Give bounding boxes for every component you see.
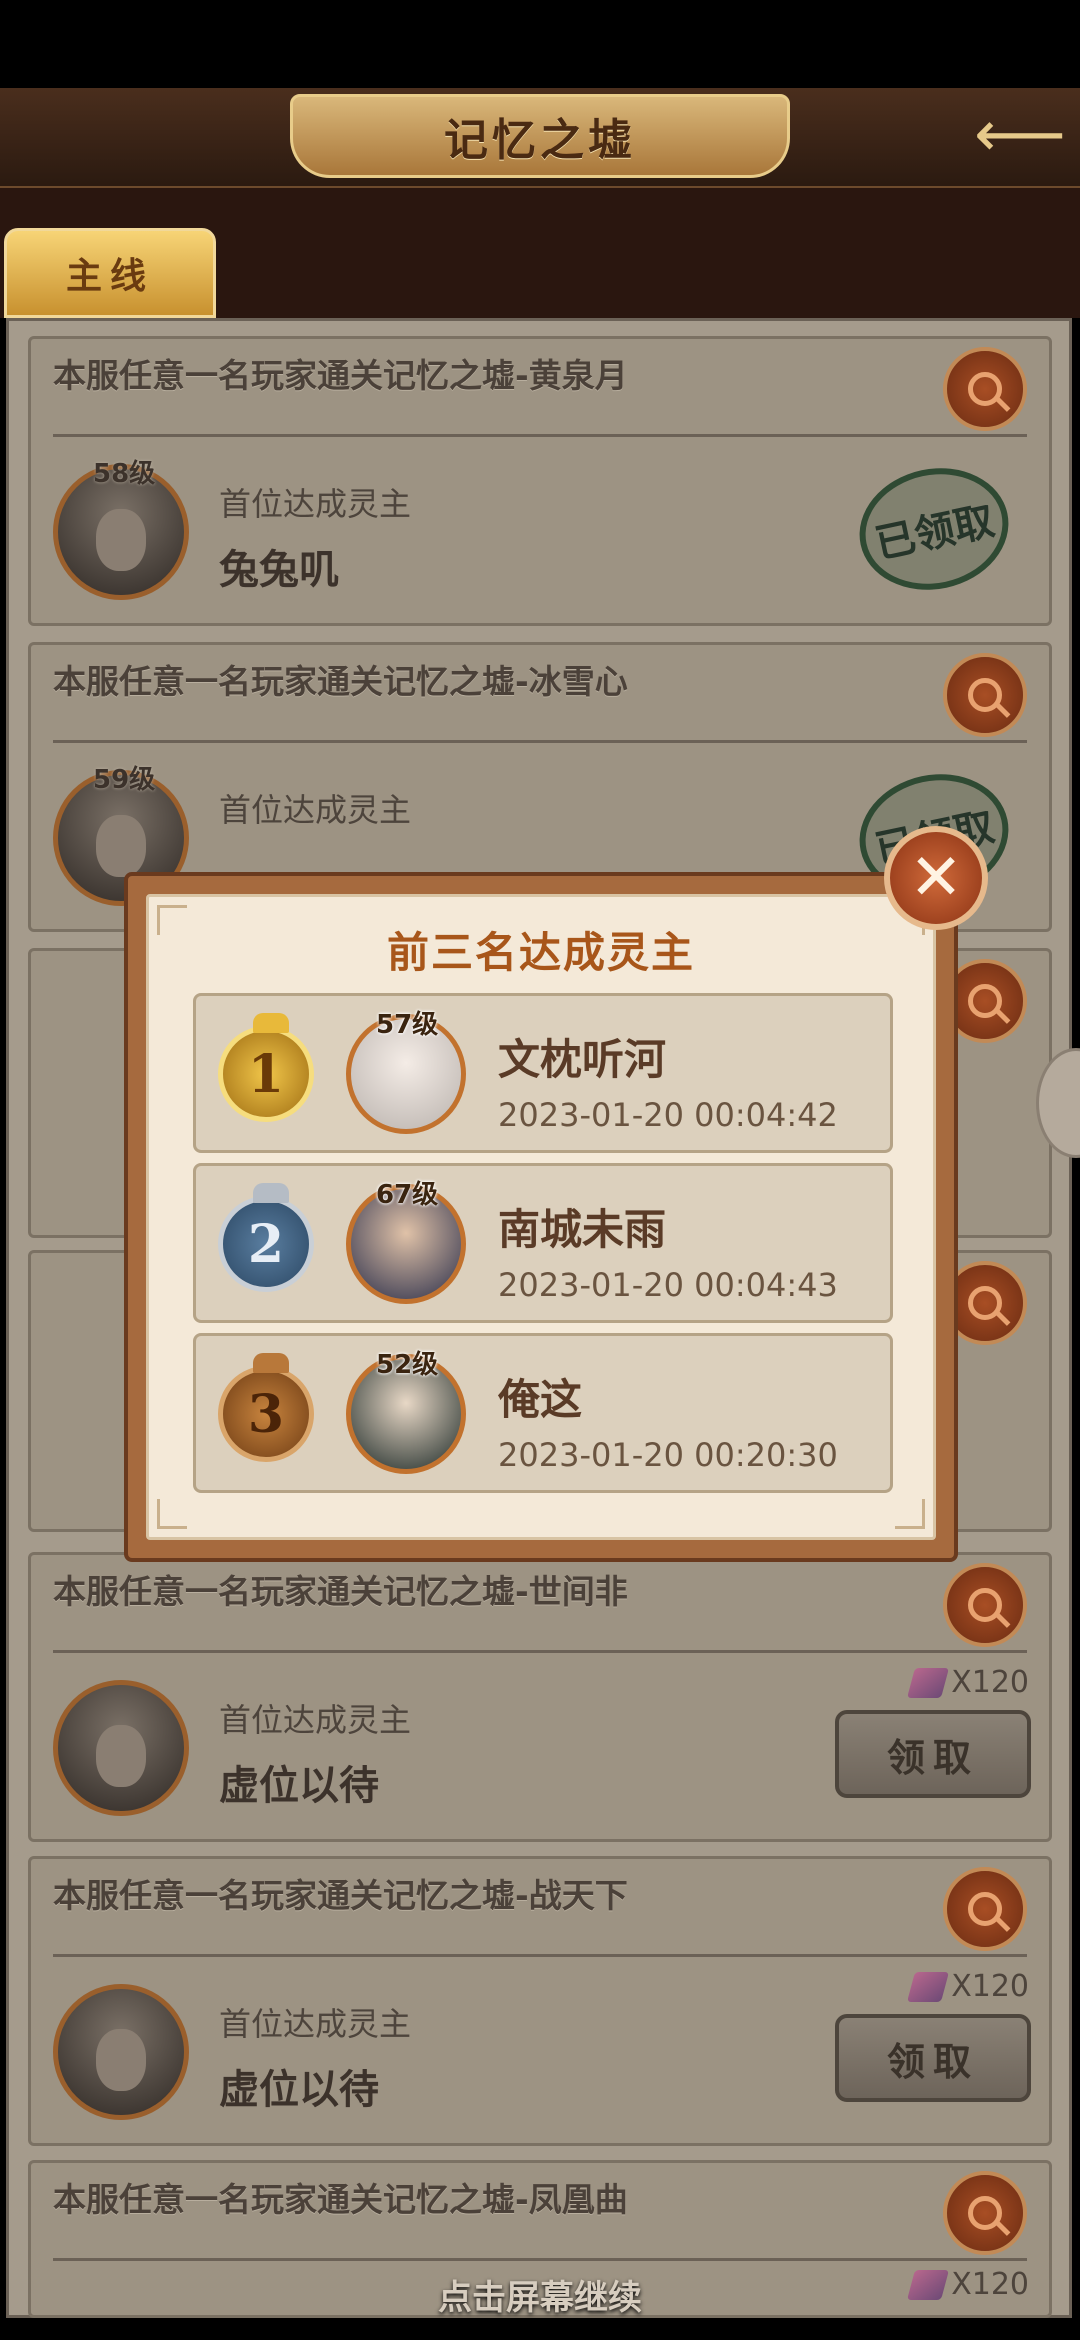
search-icon [968,1892,1002,1926]
close-button[interactable]: ✕ [884,826,988,930]
rank-row: 1 57级 文枕听河 2023-01-20 00:04:42 [193,993,893,1153]
modal-panel: 前三名达成灵主 1 57级 文枕听河 2023-01-20 00:04:42 2… [146,894,936,1540]
claim-button[interactable]: 领取 [835,1710,1031,1798]
card-title: 本服任意一名玩家通关记忆之墟-世间非 [53,1572,628,1611]
player-name: 兔兔叽 [219,547,339,593]
sub-label: 首位达成灵主 [219,791,412,829]
avatar [53,1680,189,1816]
sub-label: 首位达成灵主 [219,2005,412,2043]
corner-ornament [157,1499,187,1529]
search-button[interactable] [943,1867,1027,1951]
search-icon [968,1588,1002,1622]
back-button[interactable]: ⟵ [974,98,1066,172]
status-bar [0,0,1080,88]
rank-row: 2 67级 南城未雨 2023-01-20 00:04:43 [193,1163,893,1323]
achieved-time: 2023-01-20 00:04:43 [498,1266,838,1304]
task-card: 本服任意一名玩家通关记忆之墟-战天下 首位达成灵主 虚位以待 X120 领取 [28,1856,1052,2146]
reward-label: X120 [907,1969,1029,2004]
search-button[interactable] [943,653,1027,737]
level-label: 57级 [376,1010,439,1040]
arrow-left-icon: ⟵ [974,98,1066,172]
search-button[interactable] [943,2171,1027,2255]
title-plate: 记忆之墟 [290,94,790,178]
player-name: 虚位以待 [219,2067,379,2113]
divider [53,2258,1027,2261]
card-title: 本服任意一名玩家通关记忆之墟-冰雪心 [53,662,628,701]
card-title: 本服任意一名玩家通关记忆之墟-黄泉月 [53,356,628,395]
search-icon [968,984,1002,1018]
search-icon [968,678,1002,712]
player-name: 文枕听河 [498,1035,667,1084]
player-name: 南城未雨 [498,1205,667,1254]
modal-title: 前三名达成灵主 [386,928,695,977]
bronze-medal-icon: 3 [218,1353,314,1462]
claimed-stamp: 已领取 [848,454,1020,604]
divider [53,1650,1027,1653]
card-title: 本服任意一名玩家通关记忆之墟-战天下 [53,1876,628,1915]
player-name: 俺这 [498,1375,583,1424]
level-label: 67级 [376,1180,439,1210]
divider [53,434,1027,437]
level-label: 58级 [93,459,156,489]
gold-medal-icon: 1 [218,1013,314,1122]
avatar [53,1984,189,2120]
close-icon: ✕ [909,841,963,915]
reward-label: X120 [907,1665,1029,1700]
level-label: 59级 [93,765,156,795]
search-icon [968,372,1002,406]
tab-label: 主线 [65,256,154,297]
gem-icon [907,1971,950,2002]
claim-button[interactable]: 领取 [835,2014,1031,2102]
sub-label: 首位达成灵主 [219,485,412,523]
corner-ornament [895,1499,925,1529]
search-icon [968,2196,1002,2230]
card-title: 本服任意一名玩家通关记忆之墟-凤凰曲 [53,2180,628,2219]
tab-main[interactable]: 主线 [4,228,216,318]
gem-icon [907,1667,950,1698]
tap-to-continue[interactable]: 点击屏幕继续 [0,2270,1080,2319]
top-three-modal: 前三名达成灵主 1 57级 文枕听河 2023-01-20 00:04:42 2… [124,872,958,1562]
player-name: 虚位以待 [219,1763,379,1809]
search-icon [968,1286,1002,1320]
achieved-time: 2023-01-20 00:20:30 [498,1436,838,1474]
page-title: 记忆之墟 [444,115,636,166]
divider [53,1954,1027,1957]
level-label: 52级 [376,1350,439,1380]
silver-medal-icon: 2 [218,1183,314,1292]
search-button[interactable] [943,1563,1027,1647]
task-card: 本服任意一名玩家通关记忆之墟-黄泉月 58级 首位达成灵主 兔兔叽 已领取 [28,336,1052,626]
rank-row: 3 52级 俺这 2023-01-20 00:20:30 [193,1333,893,1493]
task-card: 本服任意一名玩家通关记忆之墟-世间非 首位达成灵主 虚位以待 X120 领取 [28,1552,1052,1842]
divider [53,740,1027,743]
sub-label: 首位达成灵主 [219,1701,412,1739]
search-button[interactable] [943,347,1027,431]
nav-bar [0,2318,1080,2340]
achieved-time: 2023-01-20 00:04:42 [498,1096,838,1134]
